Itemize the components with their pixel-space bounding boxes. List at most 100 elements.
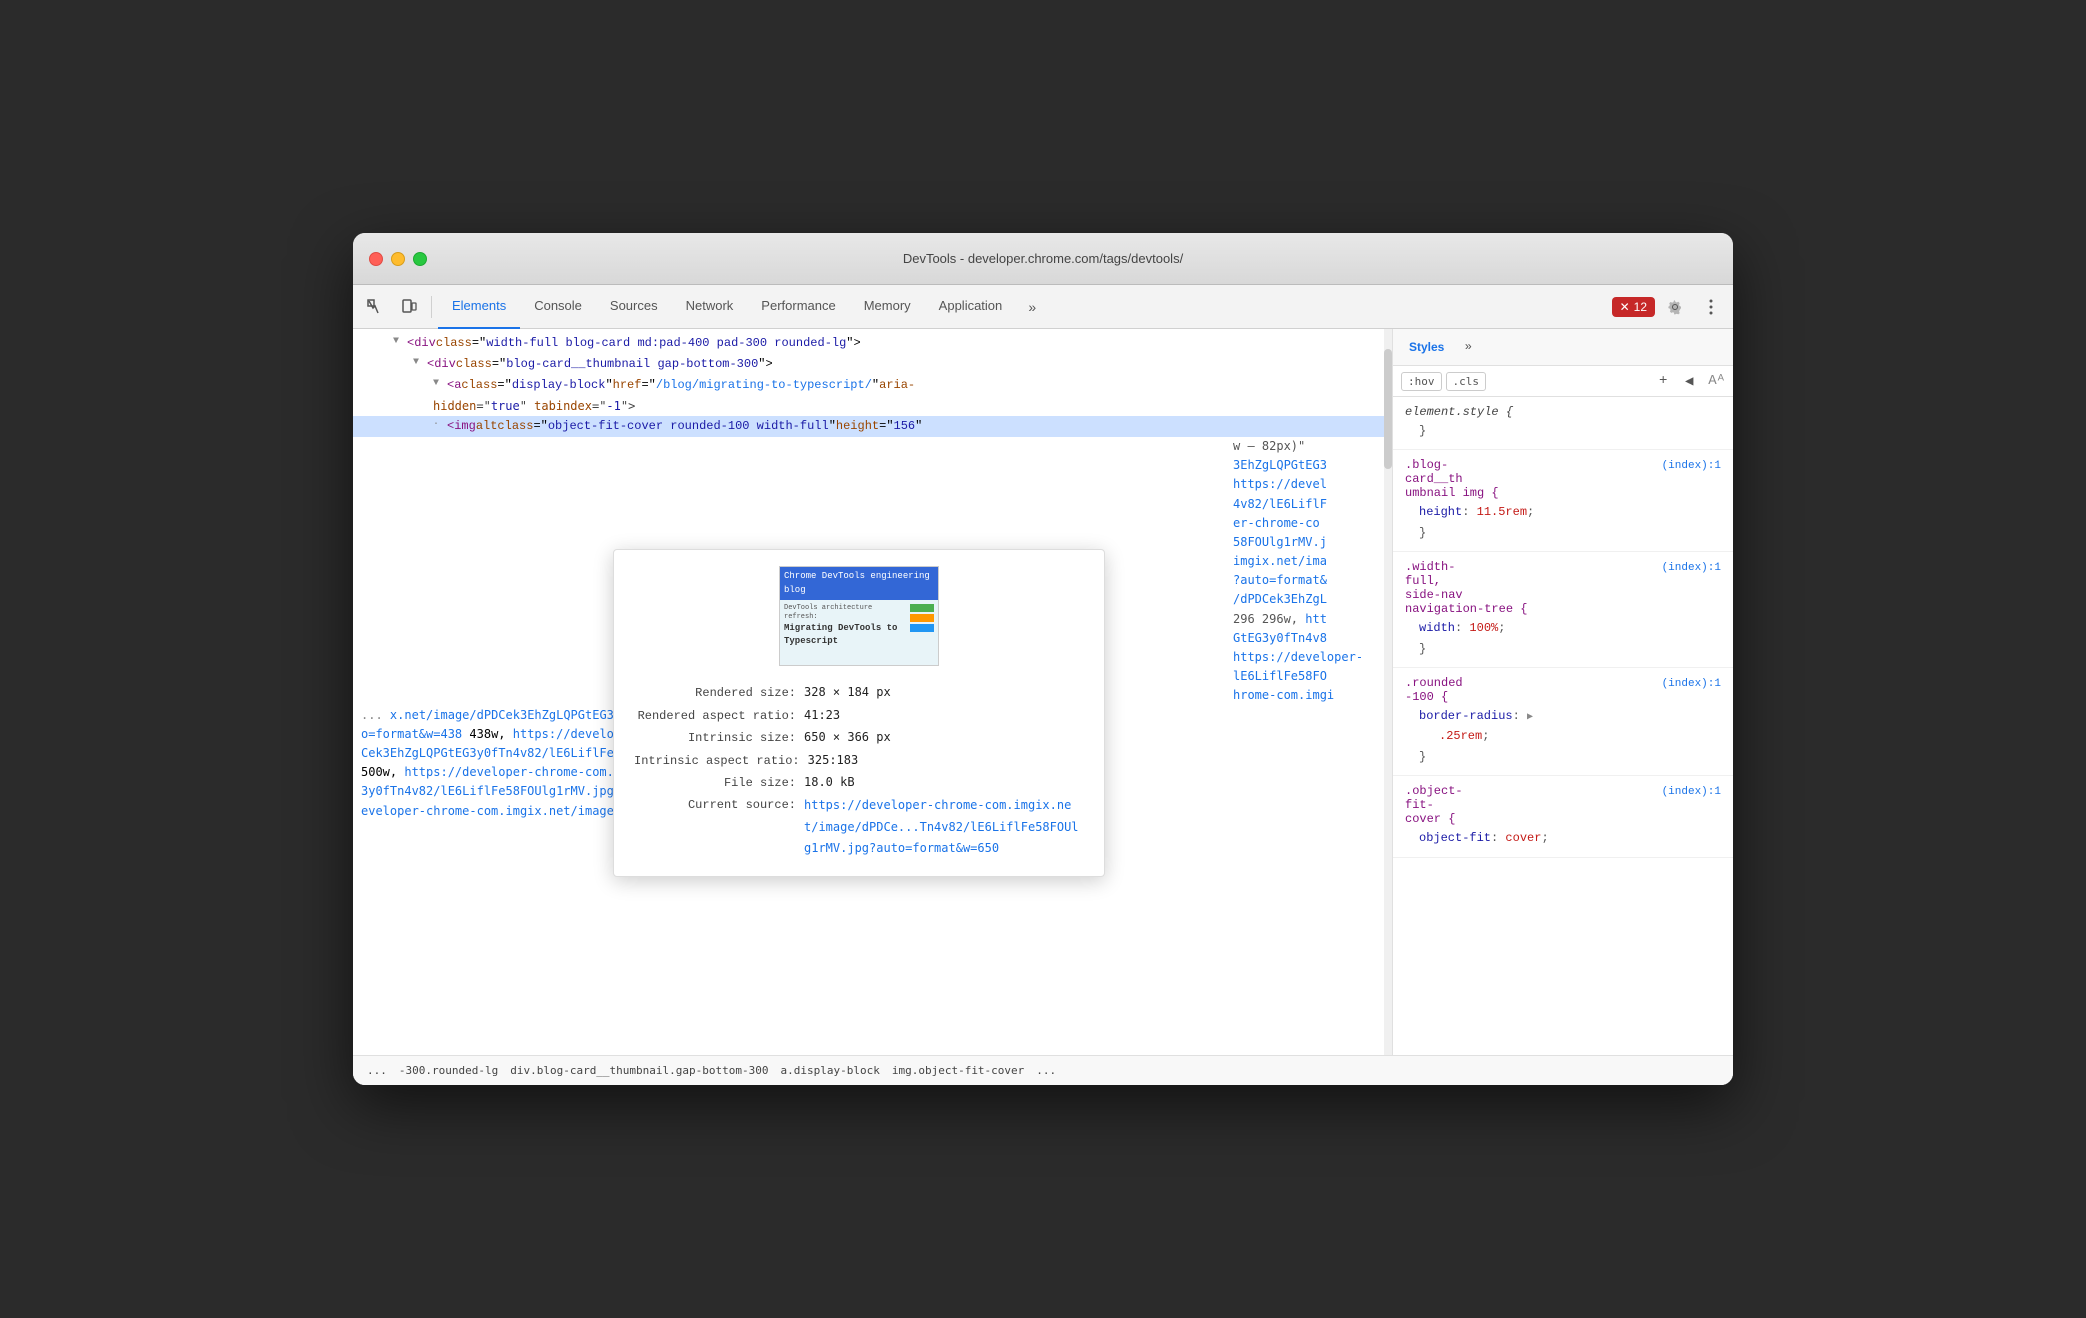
styles-filter-row: :hov .cls + ◀ Aᴬ: [1393, 366, 1733, 397]
style-selector: element.style {: [1405, 405, 1513, 419]
tab-memory[interactable]: Memory: [850, 285, 925, 329]
style-rule-object-fit: object-fit: cover;: [1405, 828, 1721, 848]
expand-value-icon[interactable]: ▶: [1527, 712, 1533, 723]
style-selector-text: .rounded-100 {: [1405, 676, 1463, 704]
error-badge[interactable]: ✕ 12: [1612, 297, 1655, 317]
selector-row: .rounded-100 { (index):1: [1405, 676, 1721, 704]
selector-row: element.style {: [1405, 405, 1721, 419]
breadcrumb-item-rounded[interactable]: -300.rounded-lg: [393, 1062, 504, 1079]
preview-shapes: [910, 604, 934, 632]
tab-network[interactable]: Network: [672, 285, 748, 329]
more-options-button[interactable]: [1695, 291, 1727, 323]
breadcrumb-item-thumbnail[interactable]: div.blog-card__thumbnail.gap-bottom-300: [504, 1062, 774, 1079]
html-line[interactable]: ▼ <div class="width-full blog-card md:pa…: [353, 333, 1392, 354]
selector-row: .width-full,side-navnavigation-tree { (i…: [1405, 560, 1721, 616]
intrinsic-size-value: 650 × 366 px: [804, 727, 891, 749]
preview-subtitle-text: DevTools architecture refresh:: [784, 604, 906, 622]
intrinsic-size-label: Intrinsic size:: [634, 728, 804, 750]
style-selector-text: .blog-card__thumbnail img {: [1405, 458, 1499, 500]
maximize-button[interactable]: [413, 252, 427, 266]
styles-more-tabs[interactable]: »: [1456, 335, 1480, 359]
rendered-size-value: 328 × 184 px: [804, 682, 891, 704]
tab-sources[interactable]: Sources: [596, 285, 672, 329]
style-rule-close: }: [1405, 747, 1721, 767]
tab-styles[interactable]: Styles: [1401, 336, 1452, 358]
tab-bar: Elements Console Sources Network Perform…: [438, 285, 1610, 329]
tab-performance[interactable]: Performance: [747, 285, 849, 329]
window-title: DevTools - developer.chrome.com/tags/dev…: [903, 251, 1183, 266]
current-source-row: Current source: https://developer-chrome…: [634, 795, 1084, 860]
elements-panel[interactable]: ▼ <div class="width-full blog-card md:pa…: [353, 329, 1393, 1055]
add-rule-icon[interactable]: +: [1652, 370, 1674, 392]
layout-icon[interactable]: ◀: [1678, 370, 1700, 392]
image-preview: Chrome DevTools engineering blog DevTool…: [634, 566, 1084, 666]
device-toolbar-button[interactable]: [393, 291, 425, 323]
html-line[interactable]: ▼ <a class="display-block" href="/blog/m…: [353, 375, 1392, 396]
preview-main-title: Migrating DevTools to Typescript: [784, 622, 906, 647]
style-source-link[interactable]: (index):1: [1662, 786, 1721, 798]
expand-triangle[interactable]: ▼: [393, 334, 407, 350]
style-source-link[interactable]: (index):1: [1662, 678, 1721, 690]
tab-elements[interactable]: Elements: [438, 285, 520, 329]
main-content: ▼ <div class="width-full blog-card md:pa…: [353, 329, 1733, 1055]
shape-blue: [910, 624, 934, 632]
intrinsic-aspect-label: Intrinsic aspect ratio:: [634, 751, 808, 773]
breadcrumb-item-dots[interactable]: ...: [361, 1062, 393, 1079]
image-preview-inner: Chrome DevTools engineering blog DevTool…: [779, 566, 939, 666]
cls-button[interactable]: .cls: [1446, 372, 1487, 391]
tab-console[interactable]: Console: [520, 285, 596, 329]
selector-row: .object-fit-cover { (index):1: [1405, 784, 1721, 826]
text-size-icon[interactable]: Aᴬ: [1708, 373, 1725, 389]
toolbar: Elements Console Sources Network Perform…: [353, 285, 1733, 329]
expand-triangle[interactable]: ·: [433, 417, 447, 433]
style-block-blog-card-thumbnail: .blog-card__thumbnail img { (index):1 he…: [1393, 450, 1733, 552]
inspect-element-button[interactable]: [359, 291, 391, 323]
preview-text: DevTools architecture refresh: Migrating…: [784, 604, 906, 649]
style-rule-border-radius: border-radius: ▶ .25rem;: [1405, 706, 1721, 747]
more-tabs-button[interactable]: »: [1016, 291, 1048, 323]
image-tooltip: Chrome DevTools engineering blog DevTool…: [613, 549, 1105, 877]
rendered-aspect-row: Rendered aspect ratio: 41:23: [634, 705, 1084, 728]
styles-content[interactable]: element.style { } .blog-card__thumbnail …: [1393, 397, 1733, 1055]
styles-panel: Styles » :hov .cls + ◀ Aᴬ: [1393, 329, 1733, 1055]
style-rule-height: height: 11.5rem;: [1405, 502, 1721, 522]
intrinsic-size-row: Intrinsic size: 650 × 366 px: [634, 727, 1084, 750]
preview-body: DevTools architecture refresh: Migrating…: [780, 600, 938, 665]
tab-application[interactable]: Application: [925, 285, 1017, 329]
toolbar-right: ✕ 12: [1612, 291, 1727, 323]
html-line-selected[interactable]: · <img alt class="object-fit-cover round…: [353, 416, 1392, 437]
scrollbar-thumb[interactable]: [1384, 349, 1392, 469]
file-size-value: 18.0 kB: [804, 772, 855, 794]
style-rule-close: }: [1405, 523, 1721, 543]
style-block-element: element.style { }: [1393, 397, 1733, 450]
preview-header: Chrome DevTools engineering blog: [780, 567, 938, 600]
shape-orange: [910, 614, 934, 622]
breadcrumb-item-img[interactable]: img.object-fit-cover: [886, 1062, 1030, 1079]
shape-green: [910, 604, 934, 612]
style-source-link[interactable]: (index):1: [1662, 562, 1721, 574]
selector-row: .blog-card__thumbnail img { (index):1: [1405, 458, 1721, 500]
breadcrumb-item-more[interactable]: ...: [1030, 1062, 1062, 1079]
close-button[interactable]: [369, 252, 383, 266]
scrollbar[interactable]: [1384, 329, 1392, 1055]
titlebar: DevTools - developer.chrome.com/tags/dev…: [353, 233, 1733, 285]
style-rules: }: [1405, 421, 1721, 441]
devtools-container: Elements Console Sources Network Perform…: [353, 285, 1733, 1085]
style-source-link[interactable]: (index):1: [1662, 460, 1721, 472]
current-source-value[interactable]: https://developer-chrome-com.imgix.net/i…: [804, 795, 1084, 860]
settings-button[interactable]: [1659, 291, 1691, 323]
hov-button[interactable]: :hov: [1401, 372, 1442, 391]
devtools-window: DevTools - developer.chrome.com/tags/dev…: [353, 233, 1733, 1085]
html-line[interactable]: ▼ <div class="blog-card__thumbnail gap-b…: [353, 354, 1392, 375]
styles-toolbar-icons: + ◀: [1652, 370, 1700, 392]
breadcrumb-item-anchor[interactable]: a.display-block: [775, 1062, 886, 1079]
html-attr-continued: hidden="true" tabindex="-1">: [353, 397, 1392, 416]
expand-triangle[interactable]: ▼: [433, 376, 447, 392]
expand-triangle[interactable]: ▼: [413, 355, 427, 371]
toolbar-divider: [431, 296, 432, 318]
rendered-size-row: Rendered size: 328 × 184 px: [634, 682, 1084, 705]
rendered-aspect-label: Rendered aspect ratio:: [634, 706, 804, 728]
intrinsic-aspect-value: 325:183: [808, 750, 859, 772]
minimize-button[interactable]: [391, 252, 405, 266]
style-selector-text: .width-full,side-navnavigation-tree {: [1405, 560, 1527, 616]
